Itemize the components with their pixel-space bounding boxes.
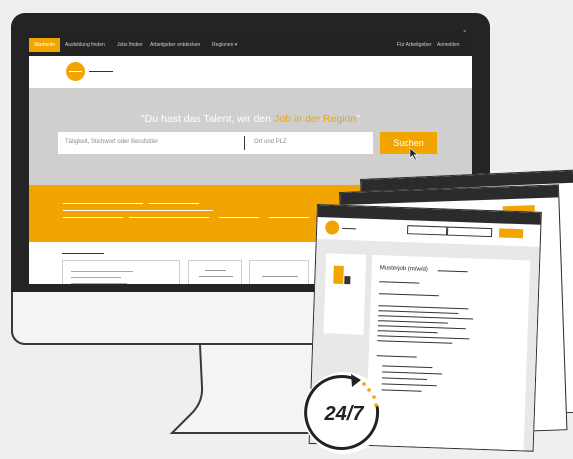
list-line xyxy=(382,365,433,369)
job-title: Musterjob (m/w/d) xyxy=(379,265,428,273)
nav-item-regionen[interactable]: Regionen ▾ xyxy=(212,42,237,48)
title-line xyxy=(437,270,468,273)
search-divider xyxy=(244,136,245,150)
text-line xyxy=(377,325,466,330)
list-line xyxy=(381,389,422,392)
promo-line xyxy=(129,217,209,219)
company-logo-icon xyxy=(333,265,344,284)
promo-line xyxy=(63,217,123,219)
promo-line xyxy=(63,203,143,205)
card-line xyxy=(205,270,226,271)
company-logo-icon xyxy=(344,276,351,285)
card-line xyxy=(71,283,127,284)
text-line xyxy=(377,340,453,344)
availability-badge: 24/7 xyxy=(303,372,385,454)
list-line xyxy=(381,377,427,380)
hero-section: "Du hast das Talent, wir den Job in der … xyxy=(29,88,472,185)
logo-bar xyxy=(29,56,472,88)
card-line xyxy=(71,277,121,279)
search-form: Tätigkeit, Stichwort oder Berufstitel Or… xyxy=(58,132,373,154)
nav-item-arbeitgeber[interactable]: Arbeitgeber entdecken xyxy=(150,42,200,48)
nav-item-anmelden[interactable]: Anmelden xyxy=(437,42,460,48)
promo-line xyxy=(149,203,199,205)
section-title-line xyxy=(62,253,104,255)
page-logo-line xyxy=(342,227,357,230)
keyword-input[interactable]: Tätigkeit, Stichwort oder Berufstitel xyxy=(65,139,158,145)
page-search-field xyxy=(407,225,448,236)
page-content: Musterjob (m/w/d) xyxy=(365,254,531,451)
page-logo-icon xyxy=(324,220,340,235)
page-location-field xyxy=(446,226,493,238)
card-line xyxy=(262,276,298,277)
nav-item-startseite[interactable]: Startseite xyxy=(29,38,60,52)
text-line xyxy=(377,335,470,340)
card-line xyxy=(71,271,133,273)
text-line xyxy=(379,281,420,284)
top-nav: Startseite Ausbildung finden Jobs finden… xyxy=(29,30,472,56)
logo-wordmark-line xyxy=(89,71,113,73)
nav-item-ausbildung[interactable]: Ausbildung finden xyxy=(65,42,105,48)
text-line xyxy=(377,330,438,334)
mouse-cursor-icon xyxy=(409,147,419,161)
hero-headline: "Du hast das Talent, wir den Job in der … xyxy=(140,113,361,125)
job-card[interactable] xyxy=(249,260,309,284)
nav-item-fuer-arbeitgeber[interactable]: Für Arbeitgeber xyxy=(397,42,431,48)
location-input[interactable]: Ort und PLZ xyxy=(254,139,287,145)
job-card[interactable] xyxy=(62,260,180,284)
text-line xyxy=(378,293,439,297)
text-line xyxy=(377,320,448,324)
card-line xyxy=(199,276,233,277)
list-line xyxy=(382,371,443,375)
page-sidebar xyxy=(323,253,367,335)
text-line xyxy=(378,315,474,320)
badge-label: 24/7 xyxy=(324,403,364,425)
text-line xyxy=(376,355,417,358)
page-search-button xyxy=(498,228,524,239)
job-card[interactable] xyxy=(188,260,242,284)
close-icon[interactable]: × xyxy=(463,30,466,35)
logo-mark-line xyxy=(69,71,82,73)
list-line xyxy=(381,383,437,387)
promo-line xyxy=(63,210,213,212)
nav-item-jobs[interactable]: Jobs finden xyxy=(117,42,143,48)
text-line xyxy=(378,310,459,314)
promo-line xyxy=(219,217,259,219)
promo-line xyxy=(269,217,309,219)
text-line xyxy=(378,305,469,310)
